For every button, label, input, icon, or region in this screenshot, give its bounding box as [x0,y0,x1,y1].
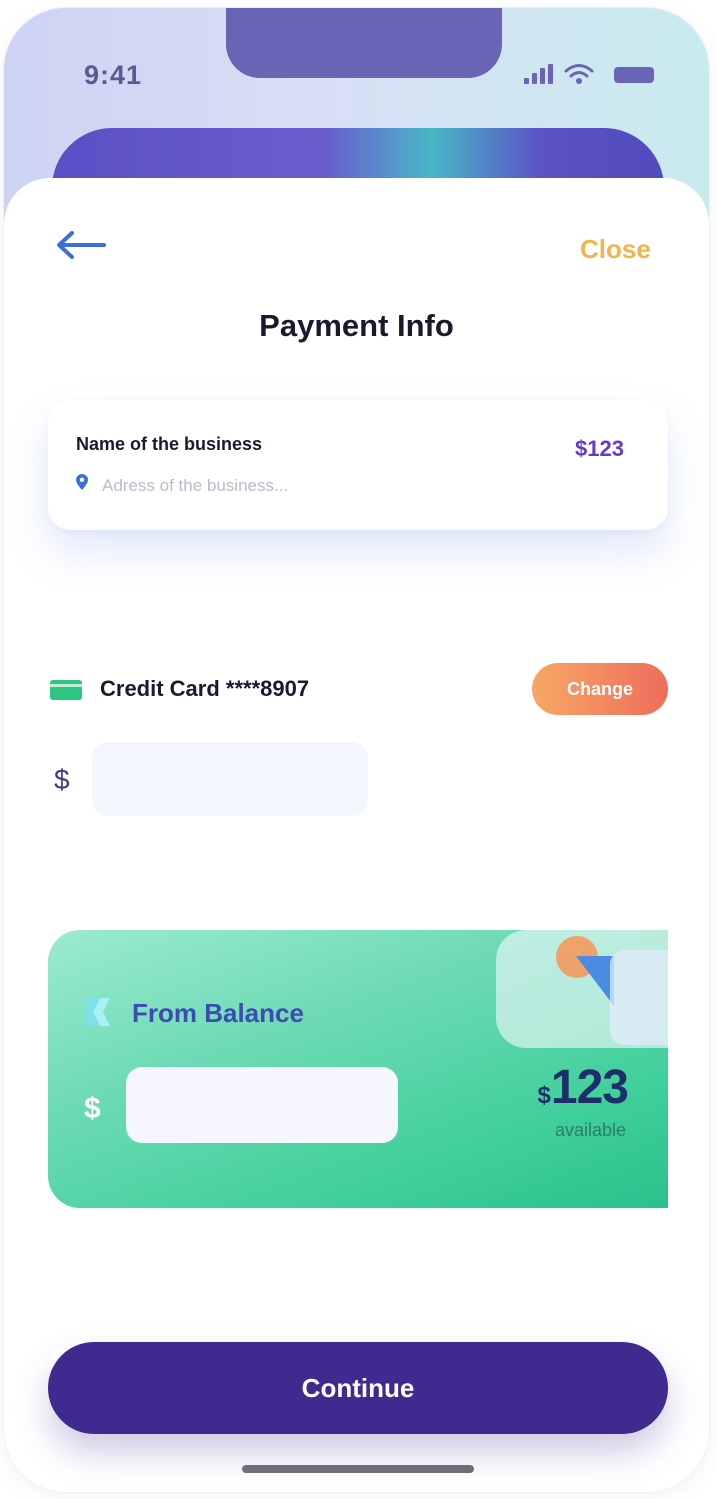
close-button[interactable]: Close [580,234,651,265]
balance-title: From Balance [132,998,304,1028]
phone-frame: 9:41 Close Payment Info Name of the busi… [4,8,709,1492]
available-value: 123 [550,1061,629,1114]
available-balance: $123 [537,1060,629,1115]
balance-card: From Balance $ $123 available [48,930,668,1208]
card-amount-input[interactable] [92,742,368,816]
battery-icon [614,67,654,83]
status-icons [524,62,664,92]
notch [226,8,502,78]
balance-currency-symbol: $ [84,1092,101,1125]
wifi-icon [564,64,594,84]
business-card: Name of the business $123 Adress of the … [48,400,668,530]
page-title: Payment Info [259,308,454,343]
payment-sheet [4,178,709,1492]
arrow-left-icon[interactable] [54,230,106,260]
credit-card-icon [50,680,82,700]
location-pin-icon [76,474,88,490]
business-address: Adress of the business... [102,476,289,495]
balance-logo-icon [86,998,110,1026]
change-card-button[interactable]: Change [532,663,668,715]
available-label: available [554,1120,626,1140]
home-indicator [242,1465,474,1473]
business-name: Name of the business [76,434,263,454]
business-amount: $123 [575,436,624,461]
status-time: 9:41 [84,60,143,90]
continue-button[interactable]: Continue [48,1342,668,1434]
balance-amount-input[interactable] [126,1067,398,1143]
signal-icon [524,64,553,84]
decorative-glass-panel [610,950,668,1045]
credit-card-label: Credit Card ****8907 [100,676,310,701]
available-currency: $ [537,1082,551,1109]
card-currency-symbol: $ [54,764,70,795]
